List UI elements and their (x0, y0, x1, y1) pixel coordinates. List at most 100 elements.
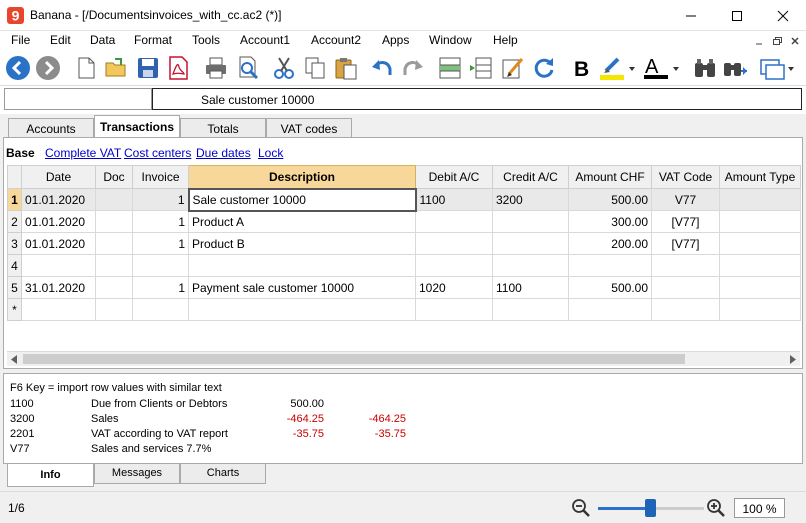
close-button[interactable] (760, 0, 806, 31)
zoom-slider[interactable] (598, 499, 704, 517)
column-header[interactable]: Amount CHF (568, 165, 652, 189)
zoom-out-button[interactable] (571, 498, 591, 521)
menu-edit[interactable]: Edit (50, 33, 71, 47)
paste-button[interactable] (333, 55, 359, 81)
find-replace-button[interactable] (722, 55, 748, 81)
amount-cell[interactable]: 200.00 (568, 232, 652, 255)
invoice-cell[interactable]: 1 (132, 210, 189, 233)
credit-cell[interactable] (492, 298, 569, 321)
menu-account1[interactable]: Account1 (240, 33, 290, 47)
print-button[interactable] (203, 55, 229, 81)
tab-vat-codes[interactable]: VAT codes (266, 118, 352, 138)
open-file-button[interactable] (103, 55, 129, 81)
column-header[interactable]: Date (21, 165, 96, 189)
description-cell-active[interactable]: Sale customer 10000 (187, 187, 417, 212)
banana-app-icon[interactable]: 9 (7, 7, 24, 24)
date-cell[interactable] (21, 298, 96, 321)
row-number[interactable]: 3 (7, 232, 22, 255)
invoice-cell[interactable]: 1 (132, 232, 189, 255)
tab-totals[interactable]: Totals (180, 118, 266, 138)
view-complete-vat[interactable]: Complete VAT (45, 146, 121, 160)
debit-cell[interactable] (415, 254, 493, 277)
debit-cell[interactable] (415, 298, 493, 321)
column-header[interactable]: Invoice (132, 165, 189, 189)
view-lock[interactable]: Lock (258, 146, 283, 160)
menu-help[interactable]: Help (493, 33, 518, 47)
column-header[interactable]: VAT Code (651, 165, 720, 189)
amount-type-cell[interactable] (719, 210, 801, 233)
description-cell[interactable] (188, 298, 416, 321)
description-cell[interactable]: Payment sale customer 10000 (188, 276, 416, 299)
debit-cell[interactable] (415, 232, 493, 255)
credit-cell[interactable]: 3200 (492, 188, 569, 211)
mdi-restore-button[interactable] (770, 34, 784, 48)
zoom-slider-thumb[interactable] (645, 499, 656, 517)
cell-content-field[interactable]: Sale customer 10000 (152, 88, 802, 110)
vat-code-cell[interactable] (651, 298, 720, 321)
menu-data[interactable]: Data (90, 33, 115, 47)
doc-cell[interactable] (95, 210, 133, 233)
doc-cell[interactable] (95, 254, 133, 277)
corner-header[interactable] (7, 165, 22, 189)
column-header[interactable]: Debit A/C (415, 165, 493, 189)
table-row[interactable]: 3 01.01.2020 1 Product B 200.00 [V77] (7, 232, 801, 255)
menu-apps[interactable]: Apps (382, 33, 409, 47)
scroll-right-icon[interactable] (789, 355, 797, 364)
minimize-button[interactable] (668, 0, 714, 31)
column-header[interactable]: Amount Type (719, 165, 801, 189)
insert-row-button[interactable] (468, 55, 494, 81)
description-cell[interactable]: Product A (188, 210, 416, 233)
amount-cell[interactable] (568, 254, 652, 277)
scroll-left-icon[interactable] (10, 355, 18, 364)
date-cell[interactable] (21, 254, 96, 277)
credit-cell[interactable]: 1100 (492, 276, 569, 299)
save-button[interactable] (135, 55, 161, 81)
tab-messages[interactable]: Messages (94, 464, 180, 484)
cut-button[interactable] (271, 55, 297, 81)
menu-account2[interactable]: Account2 (311, 33, 361, 47)
forward-button[interactable] (35, 55, 61, 81)
debit-cell[interactable]: 1020 (415, 276, 493, 299)
menu-file[interactable]: File (11, 33, 30, 47)
vat-code-cell[interactable] (651, 276, 720, 299)
column-header[interactable]: Credit A/C (492, 165, 569, 189)
credit-cell[interactable] (492, 254, 569, 277)
vat-code-cell[interactable]: [V77] (651, 232, 720, 255)
find-button[interactable] (692, 55, 718, 81)
row-number[interactable]: 1 (7, 188, 22, 211)
recheck-button[interactable] (531, 55, 557, 81)
amount-type-cell[interactable] (719, 188, 801, 211)
amount-type-cell[interactable] (719, 254, 801, 277)
zoom-level-field[interactable]: 100 % (734, 498, 785, 518)
tab-charts[interactable]: Charts (180, 464, 266, 484)
zoom-in-button[interactable] (706, 498, 726, 521)
amount-type-cell[interactable] (719, 298, 801, 321)
date-cell[interactable]: 01.01.2020 (21, 232, 96, 255)
amount-cell[interactable] (568, 298, 652, 321)
table-row-selected[interactable]: 1 01.01.2020 1 Sale customer 10000 1100 … (7, 187, 801, 212)
mdi-minimize-button[interactable] (752, 34, 766, 48)
table-row[interactable]: 5 31.01.2020 1 Payment sale customer 100… (7, 276, 801, 299)
amount-type-cell[interactable] (719, 232, 801, 255)
cell-reference-field[interactable] (4, 88, 152, 110)
doc-cell[interactable] (95, 298, 133, 321)
description-cell[interactable]: Product B (188, 232, 416, 255)
vat-code-cell[interactable] (651, 254, 720, 277)
date-cell[interactable]: 01.01.2020 (21, 210, 96, 233)
amount-cell[interactable]: 500.00 (568, 276, 652, 299)
credit-cell[interactable] (492, 210, 569, 233)
tab-accounts[interactable]: Accounts (8, 118, 94, 138)
menu-format[interactable]: Format (134, 33, 172, 47)
redo-button[interactable] (400, 55, 426, 81)
invoice-cell[interactable] (132, 298, 189, 321)
view-cost-centers[interactable]: Cost centers (124, 146, 191, 160)
view-base[interactable]: Base (6, 146, 35, 160)
add-row-button[interactable] (437, 55, 463, 81)
pdf-button[interactable] (165, 55, 191, 81)
bold-button[interactable]: B (568, 55, 594, 81)
undo-button[interactable] (369, 55, 395, 81)
mdi-close-button[interactable] (788, 34, 802, 48)
row-number[interactable]: 4 (7, 254, 22, 277)
window-menu-button[interactable] (758, 55, 798, 81)
table-row[interactable]: 2 01.01.2020 1 Product A 300.00 [V77] (7, 210, 801, 233)
